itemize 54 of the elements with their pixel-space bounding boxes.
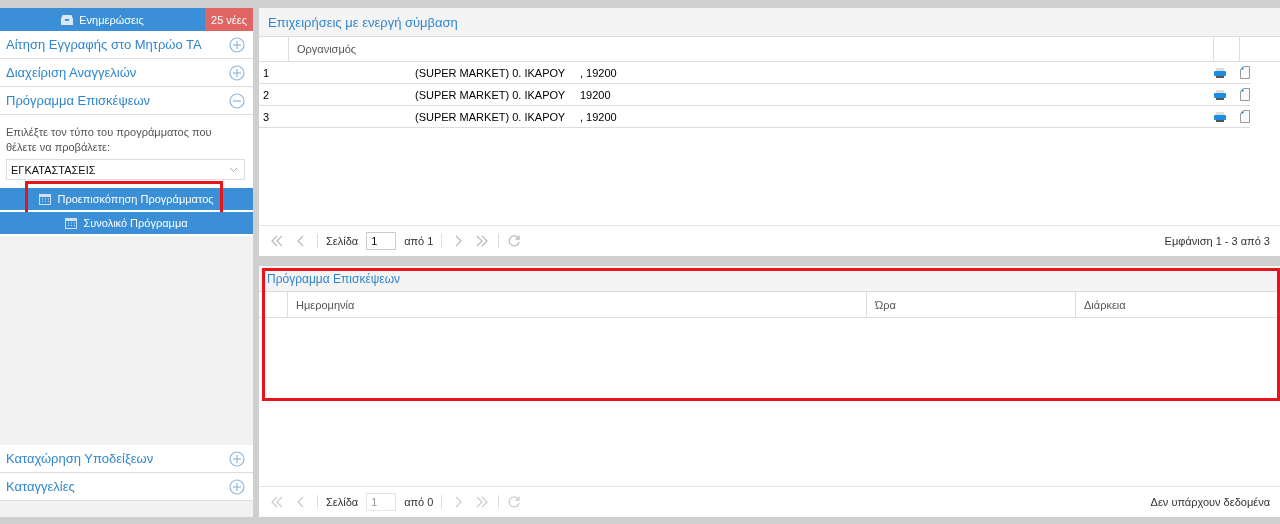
page-label: Σελίδα: [326, 235, 359, 247]
page-count: από 1: [404, 235, 434, 247]
expand-icon[interactable]: [229, 478, 245, 495]
calendar-icon: [39, 193, 52, 205]
collapse-icon[interactable]: [229, 92, 245, 109]
table-cell-text: (SUPER MARKET) 0. ΙΚΑΡΟΥ: [415, 110, 566, 123]
page-label: Σελίδα: [326, 496, 359, 508]
accordion-title: Πρόγραμμα Επισκέψεων: [6, 93, 151, 108]
chevron-icon: [229, 166, 238, 173]
document-icon[interactable]: [1240, 88, 1250, 101]
pager-info: Εμφάνιση 1 - 3 από 3: [1164, 235, 1270, 247]
accordion-header[interactable]: Καταγγελίες: [0, 473, 253, 501]
row-number: 2: [262, 88, 271, 101]
first-page-icon[interactable]: [269, 234, 285, 248]
program-button[interactable]: Προεπισκόπηση Προγράμματος: [0, 188, 253, 212]
panel-title: Επιχειρήσεις με ενεργή σύμβαση: [259, 8, 1280, 37]
printer-icon[interactable]: [1214, 111, 1226, 122]
accordion-header[interactable]: Καταχώρηση Υποδείξεων: [0, 445, 253, 473]
accordion-header[interactable]: Διαχείριση Αναγγελιών: [0, 59, 253, 87]
table-cell: 19200: [580, 88, 611, 101]
accordion-title: Αίτηση Εγγραφής στο Μητρώο ΤΑ: [6, 37, 202, 52]
table-cell: , 19200: [580, 110, 617, 123]
expand-icon[interactable]: [229, 450, 245, 467]
page-count: από 0: [404, 496, 434, 508]
accordion-title: Καταγγελίες: [6, 479, 75, 494]
accordion-header[interactable]: Αίτηση Εγγραφής στο Μητρώο ΤΑ: [0, 31, 253, 59]
pager-info: Δεν υπάρχουν δεδομένα: [1150, 496, 1270, 508]
document-icon[interactable]: [1240, 66, 1250, 79]
select-prompt: Επιλέξτε τον τύπο του προγράμματος που θέλετε να προβάλετε:: [5, 125, 213, 155]
refresh-icon[interactable]: [507, 234, 522, 248]
table-cell-text: (SUPER MARKET) 0. ΙΚΑΡΟΥ: [415, 88, 566, 101]
row-number: 3: [262, 110, 271, 123]
table-cell-text: (SUPER MARKET) 0. ΙΚΑΡΟΥ: [415, 66, 566, 79]
document-icon[interactable]: [1240, 110, 1250, 123]
column-header: Ημερομηνία: [287, 292, 866, 317]
program-button[interactable]: Συνολικό Πρόγραμμα: [0, 212, 253, 236]
printer-icon[interactable]: [1214, 89, 1226, 100]
notification-count: 25 νέες: [205, 8, 253, 31]
inbox-icon: [61, 14, 74, 25]
program-type-dropdown[interactable]: ΕΓΚΑΤΑΣΤΑΣΕΙΣ: [6, 159, 245, 180]
notifications-button[interactable]: Ενημερώσεις: [0, 8, 205, 31]
column-header: Ώρα: [866, 292, 1075, 317]
column-header: Οργανισμός: [288, 37, 1213, 61]
expand-icon[interactable]: [229, 36, 245, 53]
expand-icon[interactable]: [229, 64, 245, 81]
table-cell: , 19200: [580, 66, 617, 79]
accordion-title: Διαχείριση Αναγγελιών: [6, 65, 137, 80]
page-input[interactable]: 1: [366, 232, 397, 250]
accordion-title: Καταχώρηση Υποδείξεων: [6, 451, 154, 466]
row-number: 1: [262, 66, 271, 79]
accordion-header[interactable]: Πρόγραμμα Επισκέψεων: [0, 87, 253, 115]
calendar-icon: [65, 217, 78, 229]
column-header: Διάρκεια: [1075, 292, 1280, 317]
printer-icon[interactable]: [1214, 67, 1226, 78]
